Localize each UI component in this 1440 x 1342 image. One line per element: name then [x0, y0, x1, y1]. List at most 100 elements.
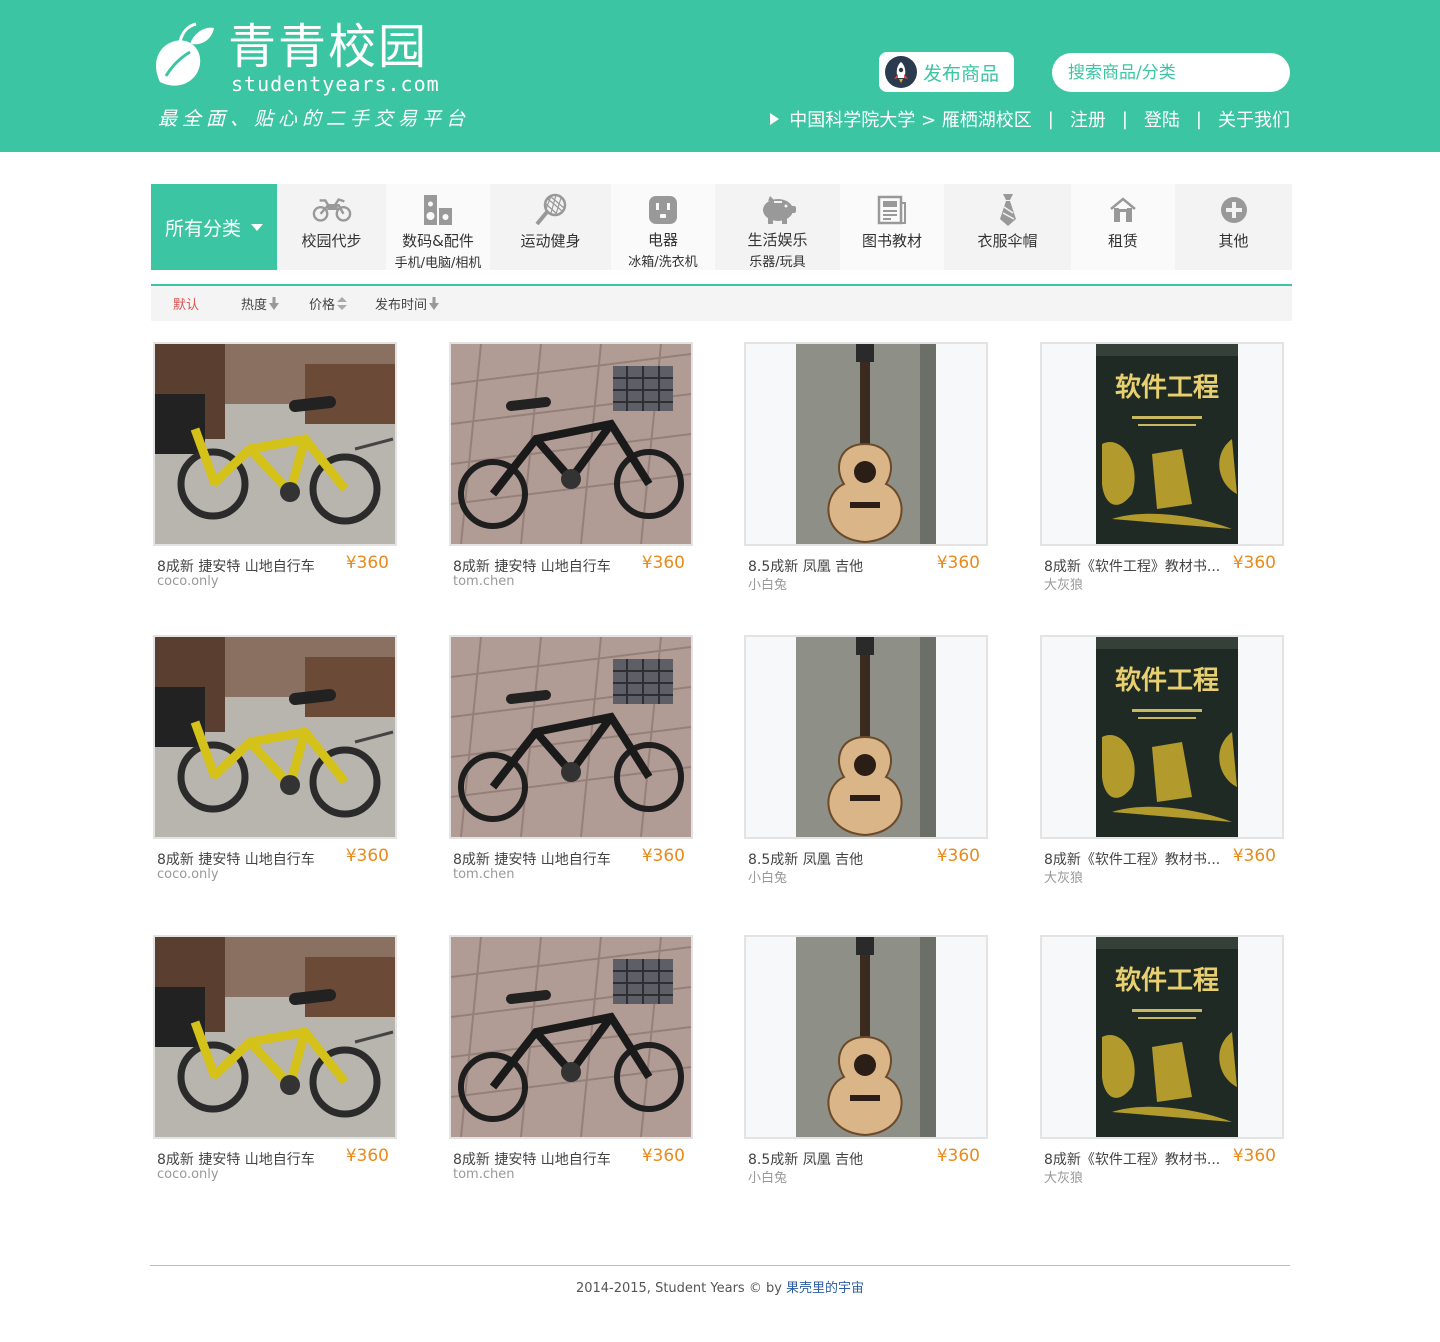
product-title[interactable]: 8成新 捷安特 山地自行车: [453, 849, 611, 869]
product-image[interactable]: 软件工程: [1040, 342, 1284, 546]
category-bar: 所有分类 校园代步 数码&配件 手机/电脑/相机 运动健身 电器 冰箱/洗衣机 …: [151, 184, 1292, 271]
guitar-photo: [746, 937, 986, 1137]
product-card[interactable]: 软件工程 8成新《软件工程》教材书... ¥360 大灰狼: [1040, 635, 1284, 895]
product-title[interactable]: 8成新 捷安特 山地自行车: [157, 1149, 315, 1169]
product-image[interactable]: [449, 342, 693, 546]
category-item-digital[interactable]: 数码&配件 手机/电脑/相机: [386, 184, 490, 271]
product-card[interactable]: 8成新 捷安特 山地自行车 ¥360 tom.chen: [449, 342, 693, 602]
product-image[interactable]: [153, 935, 397, 1139]
product-image[interactable]: [449, 635, 693, 839]
product-image[interactable]: 软件工程: [1040, 935, 1284, 1139]
tie-icon: [988, 194, 1028, 226]
product-card[interactable]: 8成新 捷安特 山地自行车 ¥360 coco.only: [153, 342, 397, 602]
product-title[interactable]: 8成新《软件工程》教材书...: [1044, 556, 1220, 576]
guitar-photo: [746, 637, 986, 837]
motorcycle-icon: [312, 194, 352, 226]
search-input[interactable]: [1052, 53, 1290, 92]
category-sublabel: 手机/电脑/相机: [394, 256, 482, 271]
product-title[interactable]: 8.5成新 凤凰 吉他: [748, 849, 863, 869]
house-icon: [1103, 194, 1143, 226]
school-selector[interactable]: 中国科学院大学 > 雁栖湖校区: [789, 106, 1032, 132]
footer: 2014-2015, Student Years © by 果壳里的宇宙: [0, 1277, 1440, 1296]
nav-separator: |: [1121, 108, 1128, 130]
product-title[interactable]: 8成新 捷安特 山地自行车: [453, 556, 611, 576]
site-domain: studentyears.com: [231, 72, 440, 96]
login-link[interactable]: 登陆: [1144, 106, 1180, 132]
category-label: 数码&配件: [402, 232, 474, 250]
product-seller: tom.chen: [453, 867, 515, 882]
all-categories-label: 所有分类: [164, 217, 241, 240]
about-link[interactable]: 关于我们: [1218, 106, 1290, 132]
book-cover-photo: 软件工程: [1042, 637, 1282, 837]
book-cover-title: 软件工程: [1115, 966, 1219, 996]
category-item-clothing[interactable]: 衣服伞帽: [944, 184, 1071, 270]
sort-time[interactable]: 发布时间: [375, 294, 440, 313]
lemon-logo-icon[interactable]: [150, 22, 218, 92]
speaker-icon: [418, 194, 458, 226]
product-price: ¥360: [936, 846, 980, 866]
category-item-books[interactable]: 图书教材: [840, 184, 944, 270]
site-header: 青青校园 studentyears.com 最全面、贴心的二手交易平台 发布商品…: [0, 0, 1440, 152]
product-title[interactable]: 8.5成新 凤凰 吉他: [748, 556, 863, 576]
product-card[interactable]: 8成新 捷安特 山地自行车 ¥360 coco.only: [153, 935, 397, 1195]
sort-default[interactable]: 默认: [173, 294, 199, 313]
category-item-other[interactable]: 其他: [1175, 184, 1292, 270]
category-item-transport[interactable]: 校园代步: [277, 184, 386, 270]
category-item-sports[interactable]: 运动健身: [490, 184, 611, 270]
product-title[interactable]: 8成新 捷安特 山地自行车: [453, 1149, 611, 1169]
publish-button[interactable]: 发布商品: [879, 52, 1014, 92]
product-card[interactable]: 8成新 捷安特 山地自行车 ¥360 coco.only: [153, 635, 397, 895]
category-label: 图书教材: [861, 232, 922, 250]
product-price: ¥360: [345, 553, 389, 573]
product-seller: tom.chen: [453, 1167, 515, 1182]
product-card[interactable]: 软件工程 8成新《软件工程》教材书... ¥360 大灰狼: [1040, 342, 1284, 602]
product-image[interactable]: [449, 935, 693, 1139]
product-card[interactable]: 8.5成新 凤凰 吉他 ¥360 小白兔: [744, 342, 988, 602]
product-image[interactable]: [153, 342, 397, 546]
footer-author-link[interactable]: 果壳里的宇宙: [786, 1281, 864, 1296]
sort-time-label: 发布时间: [375, 298, 428, 313]
sort-bar: 默认 热度 价格 发布时间: [151, 286, 1292, 321]
yellow-bike-photo: [155, 344, 395, 544]
plus-circle-icon: [1214, 194, 1254, 226]
top-nav: 中国科学院大学 > 雁栖湖校区 | 注册 | 登陆 | 关于我们: [770, 106, 1290, 132]
product-seller: coco.only: [157, 867, 219, 882]
product-card[interactable]: 软件工程 8成新《软件工程》教材书... ¥360 大灰狼: [1040, 935, 1284, 1195]
product-seller: tom.chen: [453, 574, 515, 589]
product-card[interactable]: 8.5成新 凤凰 吉他 ¥360 小白兔: [744, 935, 988, 1195]
category-item-appliances[interactable]: 电器 冰箱/洗衣机: [611, 184, 715, 270]
nav-separator: |: [1195, 108, 1202, 130]
product-title[interactable]: 8成新 捷安特 山地自行车: [157, 556, 315, 576]
product-image[interactable]: [744, 342, 988, 546]
product-title[interactable]: 8成新《软件工程》教材书...: [1044, 849, 1220, 869]
site-title[interactable]: 青青校园: [228, 20, 428, 74]
product-image[interactable]: [153, 635, 397, 839]
book-cover-title: 软件工程: [1115, 666, 1219, 696]
product-seller: coco.only: [157, 1167, 219, 1182]
rocket-icon: [885, 56, 917, 88]
product-card[interactable]: 8成新 捷安特 山地自行车 ¥360 tom.chen: [449, 935, 693, 1195]
sort-price[interactable]: 价格: [309, 294, 348, 313]
category-sublabel: 乐器/玩具: [749, 255, 806, 270]
book-cover-photo: 软件工程: [1042, 937, 1282, 1137]
tennis-racket-icon: [531, 193, 571, 226]
all-categories-button[interactable]: 所有分类: [151, 184, 277, 270]
product-price: ¥360: [345, 1146, 389, 1166]
product-image[interactable]: [744, 935, 988, 1139]
product-title[interactable]: 8.5成新 凤凰 吉他: [748, 1149, 863, 1169]
product-card[interactable]: 8成新 捷安特 山地自行车 ¥360 tom.chen: [449, 635, 693, 895]
category-item-rental[interactable]: 租赁: [1071, 184, 1175, 270]
sort-heat[interactable]: 热度: [241, 294, 280, 313]
category-item-entertainment[interactable]: 生活娱乐 乐器/玩具: [715, 184, 840, 270]
product-card[interactable]: 8.5成新 凤凰 吉他 ¥360 小白兔: [744, 635, 988, 895]
register-link[interactable]: 注册: [1070, 106, 1106, 132]
product-image[interactable]: [744, 635, 988, 839]
category-label: 校园代步: [301, 232, 362, 250]
product-title[interactable]: 8成新 捷安特 山地自行车: [157, 849, 315, 869]
yellow-bike-photo: [155, 637, 395, 837]
product-seller: 小白兔: [748, 871, 788, 886]
product-seller: 大灰狼: [1044, 1171, 1084, 1186]
product-title[interactable]: 8成新《软件工程》教材书...: [1044, 1149, 1220, 1169]
product-image[interactable]: 软件工程: [1040, 635, 1284, 839]
product-seller: coco.only: [157, 574, 219, 589]
